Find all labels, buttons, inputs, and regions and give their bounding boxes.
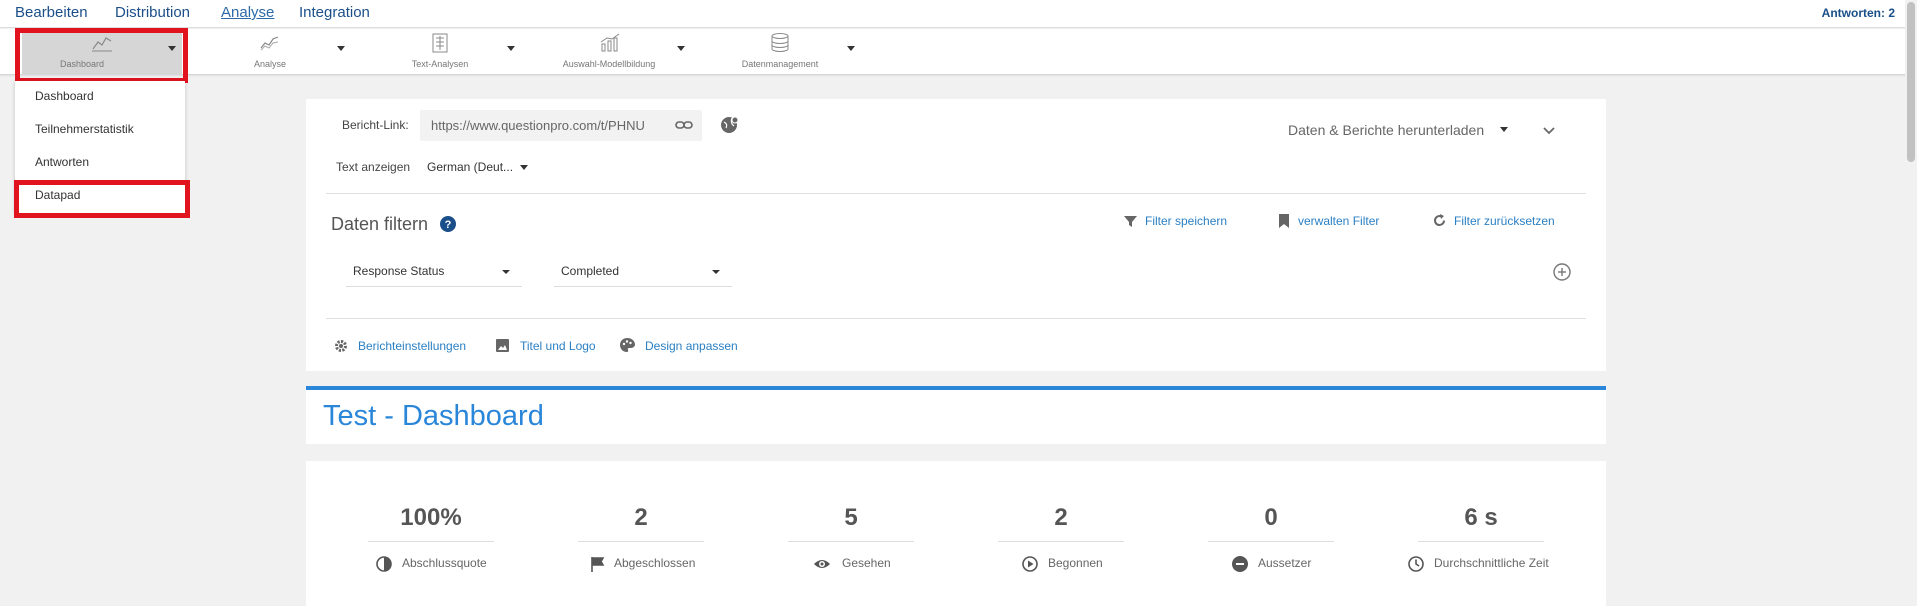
stat-started: 2: [998, 499, 1124, 542]
menu-item-teilnehmerstatistik[interactable]: Teilnehmerstatistik: [35, 122, 134, 136]
tool-datenmanagement-label: Datenmanagement: [741, 59, 819, 69]
trend-chart-icon: [260, 36, 279, 51]
pie-icon: [376, 556, 392, 572]
dashboard-title: Test - Dashboard: [323, 400, 544, 432]
datapad-highlight: [14, 180, 190, 218]
eye-icon: [814, 560, 830, 568]
page-scrollbar[interactable]: [1905, 0, 1917, 606]
stat-label: Durchschnittliche Zeit: [1434, 556, 1549, 570]
report-settings-button[interactable]: Berichteinstellungen: [358, 339, 466, 353]
chevron-down-icon: [712, 270, 720, 274]
stat-average-time: 6 s: [1418, 499, 1544, 542]
chevron-down-icon[interactable]: [507, 46, 515, 51]
stat-label: Aussetzer: [1258, 556, 1312, 570]
tool-datenmanagement[interactable]: Datenmanagement: [720, 29, 860, 75]
stat-label: Abschlussquote: [402, 556, 487, 570]
stat-viewed: 5: [788, 499, 914, 542]
filter-icon: [1124, 216, 1137, 227]
dashboard-title-bar: Test - Dashboard: [306, 386, 1606, 444]
divider: [326, 318, 1586, 319]
report-link-value: https://www.questionpro.com/t/PHNU: [431, 118, 645, 133]
nav-bearbeiten[interactable]: Bearbeiten: [15, 4, 88, 21]
scrollbar-thumb[interactable]: [1907, 2, 1915, 162]
chevron-down-icon[interactable]: [520, 165, 528, 170]
tool-analyse-label: Analyse: [253, 59, 287, 69]
stat-value: 6 s: [1464, 504, 1498, 531]
tool-text-analysen-label: Text-Analysen: [411, 59, 469, 69]
text-grid-icon: [432, 33, 448, 53]
chevron-down-icon[interactable]: [337, 46, 345, 51]
tool-analyse[interactable]: Analyse: [228, 29, 348, 75]
stat-value: 100%: [400, 504, 462, 531]
database-icon: [771, 33, 789, 52]
globe-settings-icon[interactable]: [720, 115, 740, 135]
stat-value: 2: [634, 504, 648, 531]
report-link-label: Bericht-Link:: [342, 118, 409, 132]
stats-panel: [306, 461, 1606, 606]
report-link-field[interactable]: https://www.questionpro.com/t/PHNU: [420, 110, 702, 141]
bar-trend-icon: [600, 33, 620, 52]
svg-text:?: ?: [445, 219, 452, 231]
filter-value-select[interactable]: Completed: [554, 257, 732, 287]
chevron-down-icon[interactable]: [677, 46, 685, 51]
top-navigation: Bearbeiten Distribution Analyse Integrat…: [0, 0, 1917, 28]
stat-label: Abgeschlossen: [614, 556, 696, 570]
nav-analyse[interactable]: Analyse: [221, 4, 274, 21]
flag-icon: [591, 557, 605, 572]
stat-completion-rate: 100%: [368, 499, 494, 542]
menu-item-dashboard[interactable]: Dashboard: [35, 89, 94, 103]
nav-distribution[interactable]: Distribution: [115, 4, 190, 21]
tool-text-analysen[interactable]: Text-Analysen: [400, 29, 520, 75]
image-icon: [496, 339, 509, 352]
chevron-down-icon: [502, 270, 510, 274]
reset-icon: [1434, 214, 1446, 227]
stat-label: Begonnen: [1048, 556, 1103, 570]
filter-manage-button[interactable]: verwalten Filter: [1298, 214, 1379, 228]
menu-item-antworten[interactable]: Antworten: [35, 155, 89, 169]
filter-field-select[interactable]: Response Status: [346, 257, 522, 287]
bookmark-icon: [1279, 214, 1289, 228]
tool-auswahl-label: Auswahl-Modellbildung: [562, 59, 656, 69]
filter-reset-button[interactable]: Filter zurücksetzen: [1454, 214, 1555, 228]
filter-value-value: Completed: [561, 264, 620, 278]
stat-label: Gesehen: [842, 556, 891, 570]
download-reports-button[interactable]: Daten & Berichte herunterladen: [1288, 122, 1484, 138]
filter-field-value: Response Status: [353, 264, 445, 278]
link-icon[interactable]: [675, 118, 693, 132]
stat-dropouts: 0: [1208, 499, 1334, 542]
design-customize-button[interactable]: Design anpassen: [645, 339, 738, 353]
text-show-label: Text anzeigen: [336, 160, 411, 174]
gear-icon: [335, 340, 347, 352]
filter-title: Daten filtern: [331, 214, 429, 234]
collapse-chevron-icon[interactable]: [1542, 126, 1556, 136]
filter-save-button[interactable]: Filter speichern: [1145, 214, 1227, 228]
chevron-down-icon[interactable]: [1500, 127, 1508, 132]
divider: [326, 193, 1586, 194]
help-icon[interactable]: ?: [440, 216, 456, 232]
analysis-toolbar: Dashboard Analyse Text-Analysen Auswahl-…: [0, 29, 1917, 75]
dashboard-tool-highlight: [15, 28, 188, 83]
language-select[interactable]: German (Deut...: [427, 160, 513, 174]
add-filter-icon[interactable]: [1553, 263, 1571, 281]
responses-count: Antworten: 2: [1821, 6, 1895, 20]
nav-integration[interactable]: Integration: [299, 4, 370, 21]
stat-value: 2: [1054, 504, 1068, 531]
clock-icon: [1408, 556, 1424, 572]
palette-icon: [620, 338, 635, 352]
play-icon: [1022, 556, 1038, 572]
stat-value: 0: [1264, 504, 1278, 531]
stat-value: 5: [844, 504, 858, 531]
stat-completed: 2: [578, 499, 704, 542]
tool-auswahl-modellbildung[interactable]: Auswahl-Modellbildung: [550, 29, 690, 75]
minus-circle-icon: [1232, 556, 1248, 572]
chevron-down-icon[interactable]: [847, 46, 855, 51]
title-logo-button[interactable]: Titel und Logo: [520, 339, 596, 353]
